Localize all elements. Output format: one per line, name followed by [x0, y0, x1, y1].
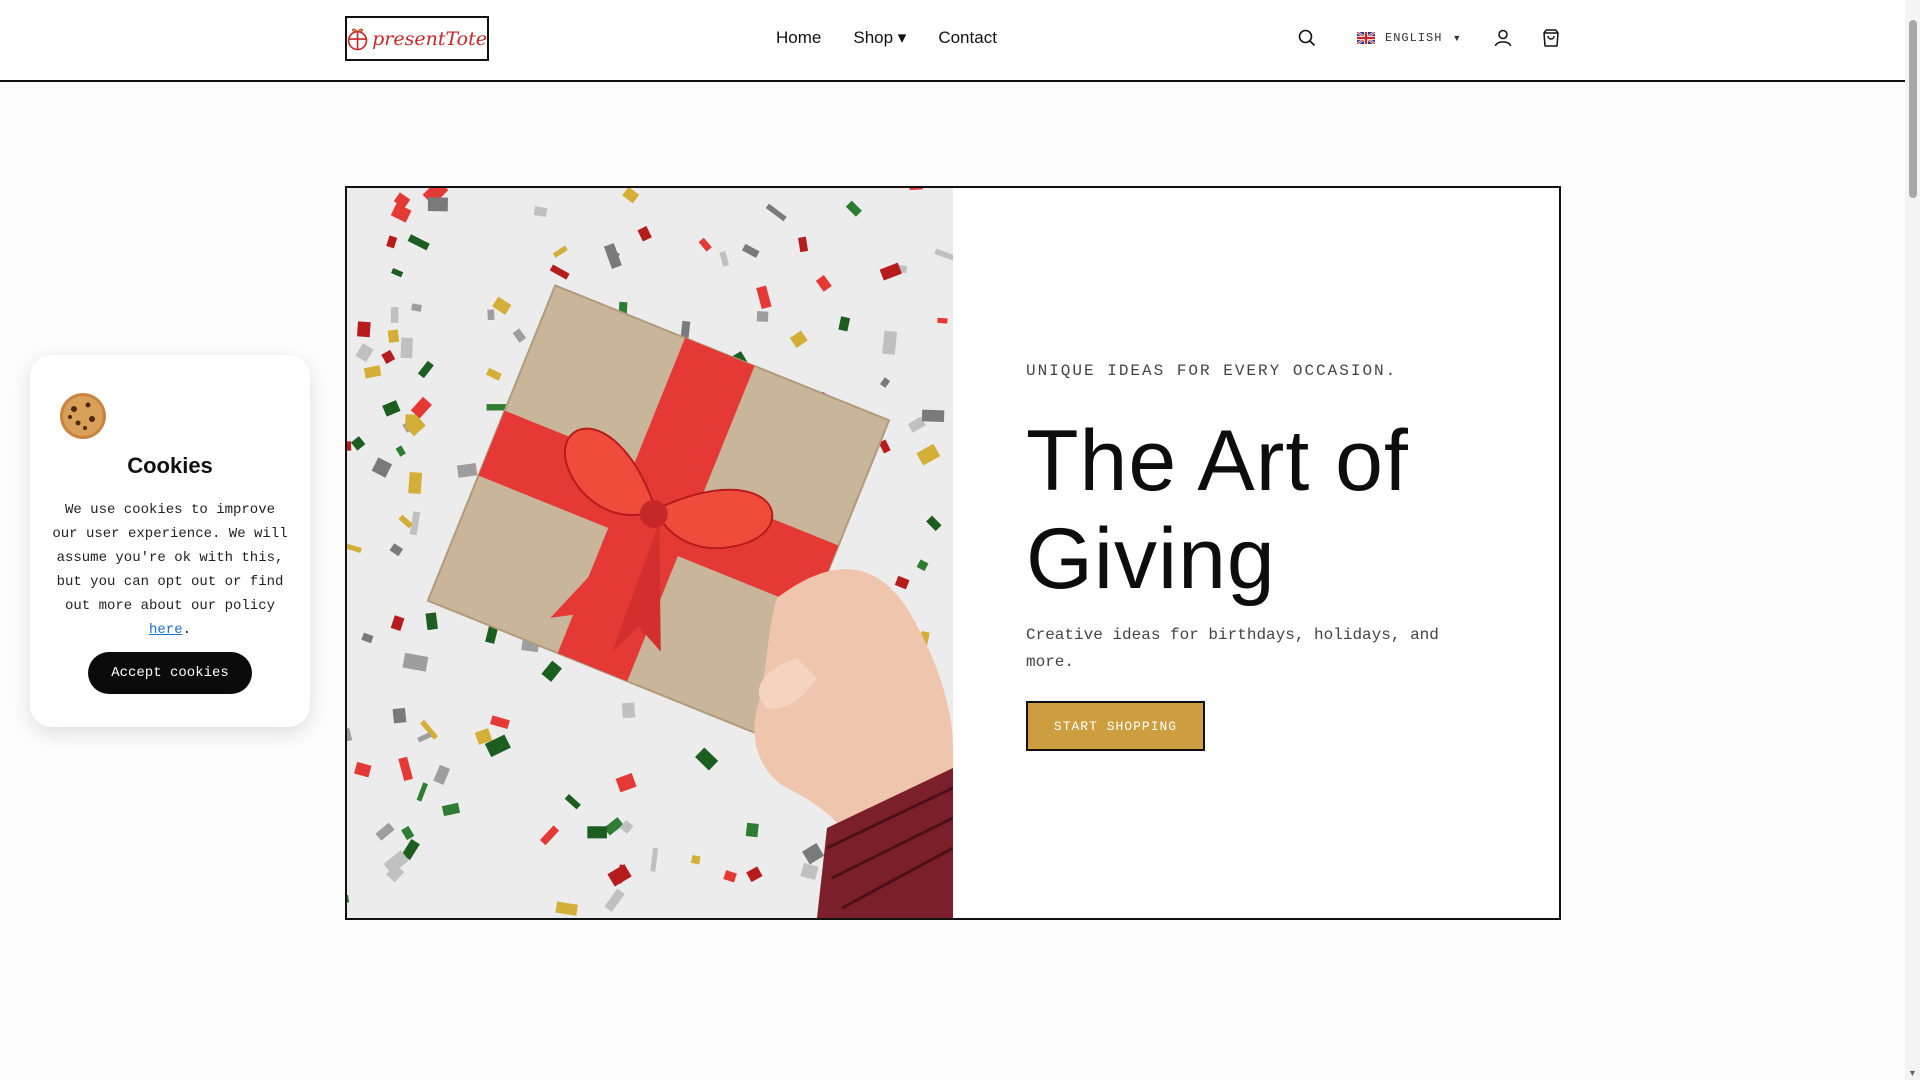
confetti-piece [390, 306, 399, 323]
logo-text: presentTote [372, 27, 487, 50]
hero-title: The Art of Giving [1026, 413, 1409, 607]
hero-image [347, 188, 953, 918]
site-header: presentTote Home Shop ▾ Contact ENGLISH [0, 0, 1905, 82]
confetti-piece [392, 707, 407, 724]
uk-flag-icon [1357, 32, 1375, 44]
start-shopping-button[interactable]: START SHOPPING [1026, 701, 1205, 751]
language-selector[interactable]: ENGLISH ▼ [1357, 31, 1461, 45]
nav-contact[interactable]: Contact [938, 28, 997, 48]
logo[interactable]: presentTote [345, 16, 489, 61]
confetti-piece [621, 702, 636, 719]
confetti-piece [882, 330, 898, 355]
gift-logo-icon [347, 28, 368, 50]
confetti-piece [533, 206, 548, 217]
confetti-piece [745, 822, 759, 838]
hero-subtitle: Creative ideas for birthdays, holidays, … [1026, 626, 1439, 671]
cookie-consent-popup: Cookies We use cookies to improve our us… [30, 355, 310, 727]
hero-text: UNIQUE IDEAS FOR EVERY OCCASION. The Art… [1026, 362, 1506, 751]
hero-eyebrow: UNIQUE IDEAS FOR EVERY OCCASION. [1026, 362, 1398, 380]
confetti-piece [408, 472, 423, 495]
hero-banner: UNIQUE IDEAS FOR EVERY OCCASION. The Art… [345, 186, 1561, 920]
scroll-down-icon[interactable]: ▼ [1908, 1068, 1917, 1078]
account-button[interactable] [1491, 25, 1515, 51]
gift-confetti-illustration [347, 188, 953, 918]
confetti-piece [756, 311, 769, 322]
user-icon [1495, 29, 1512, 47]
confetti-piece [347, 441, 352, 452]
cookie-message-text: We use cookies to improve our user exper… [52, 502, 288, 614]
confetti-piece [387, 329, 400, 343]
confetti-piece [356, 321, 371, 338]
accept-cookies-button[interactable]: Accept cookies [88, 652, 252, 694]
nav-home[interactable]: Home [776, 28, 821, 48]
nav-shop[interactable]: Shop ▾ [853, 28, 906, 48]
cookie-title: Cookies [127, 453, 213, 478]
confetti-piece [690, 854, 701, 865]
confetti-piece [400, 337, 413, 359]
confetti-piece [456, 463, 478, 478]
caret-down-icon: ▼ [1452, 33, 1462, 43]
page-scrollbar[interactable]: ▼ [1905, 0, 1920, 1080]
language-label: ENGLISH [1385, 31, 1443, 45]
cookie-policy-link[interactable]: here [149, 622, 183, 638]
shopping-bag-icon [1543, 29, 1560, 47]
cart-button[interactable] [1539, 25, 1563, 51]
confetti-piece [487, 309, 495, 321]
confetti-piece [425, 612, 438, 631]
main-nav: Home Shop ▾ Contact [776, 28, 997, 48]
cookie-icon [60, 393, 106, 439]
header-tools: ENGLISH ▼ [1295, 25, 1563, 51]
confetti-piece [937, 317, 948, 324]
cookie-message-end: . [182, 622, 191, 638]
scrollbar-thumb[interactable] [1909, 20, 1917, 198]
search-button[interactable] [1295, 25, 1319, 51]
confetti-piece [427, 197, 448, 212]
search-icon [1298, 29, 1316, 47]
confetti-piece [587, 826, 607, 839]
confetti-piece [921, 409, 945, 423]
confetti-piece [405, 414, 420, 430]
cookie-message: We use cookies to improve our user exper… [52, 498, 288, 642]
